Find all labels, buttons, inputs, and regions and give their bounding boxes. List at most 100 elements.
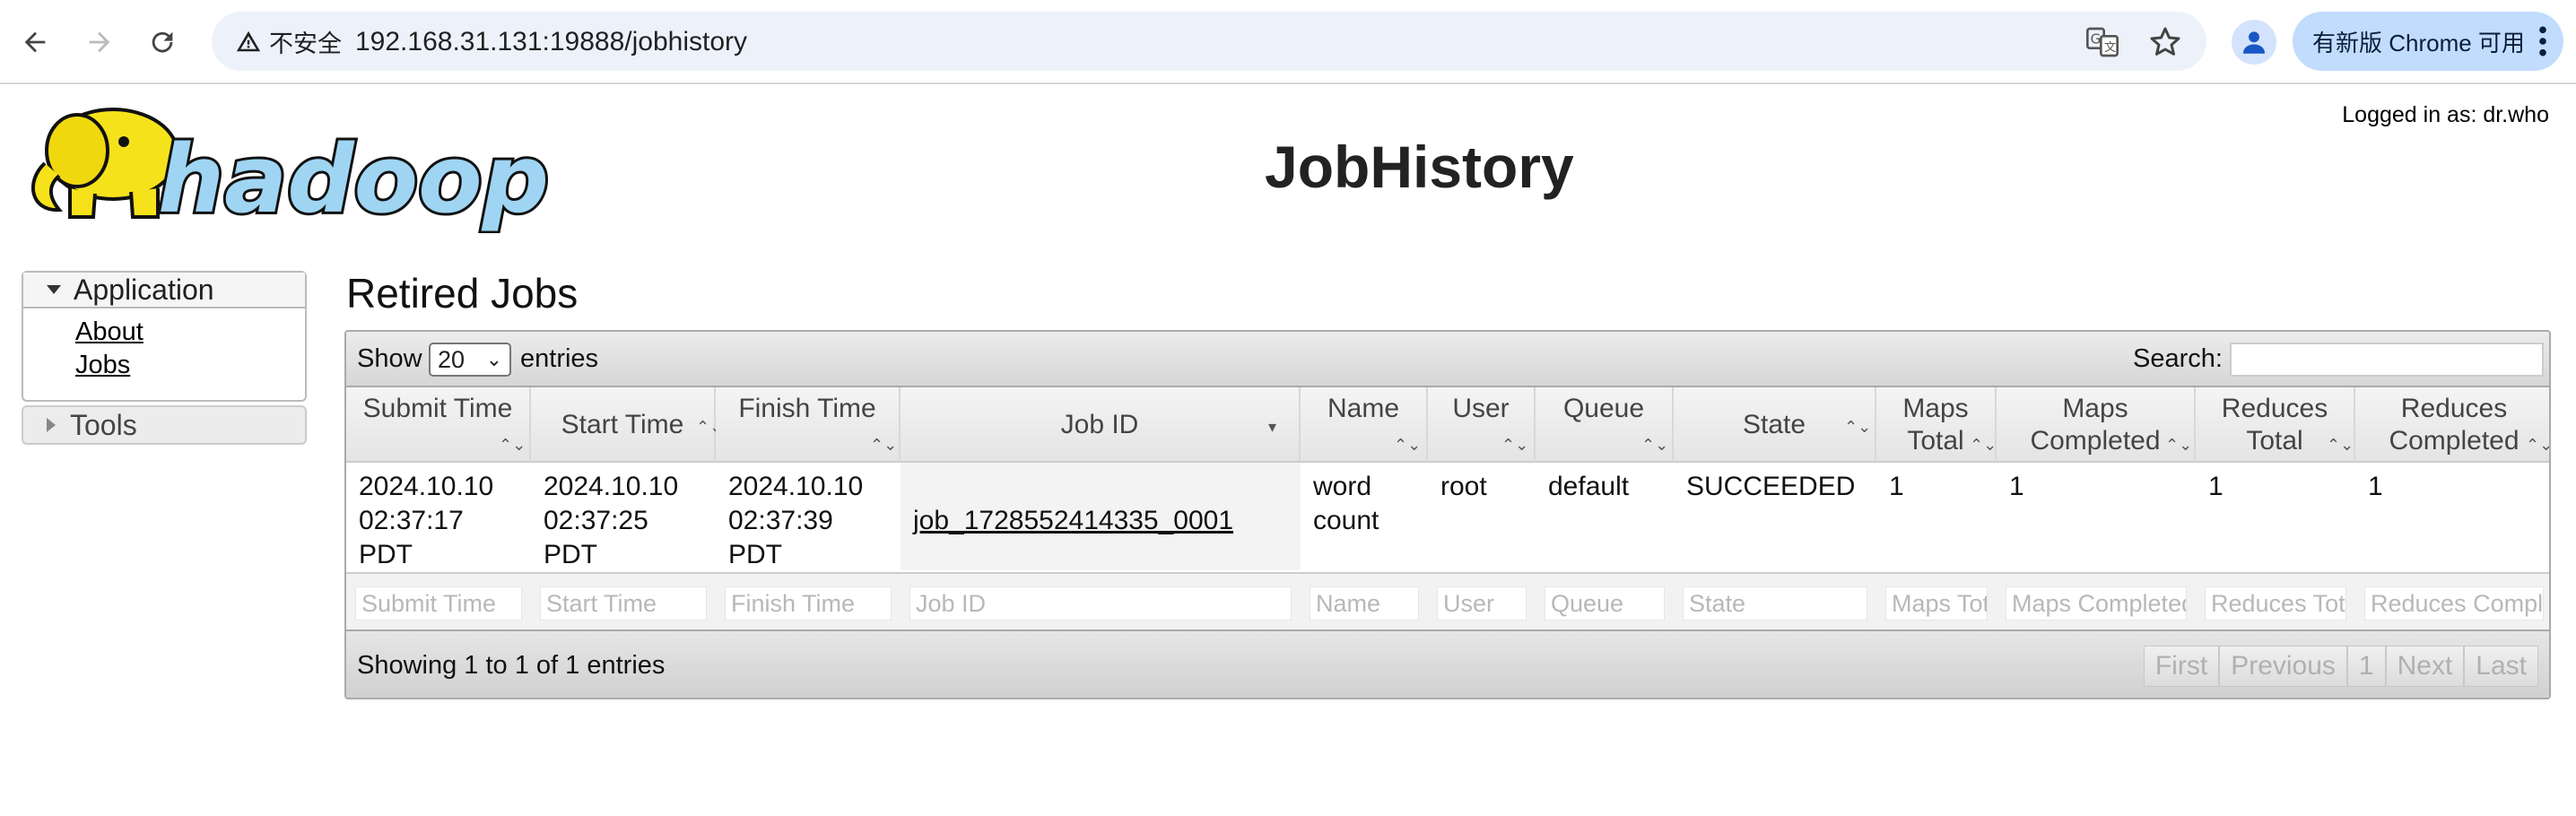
pagination: First Previous 1 Next Last: [2143, 646, 2538, 687]
filter-maps-completed-cell: Maps Completed: [1997, 572, 2196, 631]
filter-name-cell: Name: [1301, 572, 1428, 631]
th-maps-total[interactable]: Maps Total ⌃⌄: [1876, 387, 1997, 463]
cell-submit-time: 2024.10.10 02:37:17 PDT: [359, 472, 494, 569]
pager-last[interactable]: Last: [2464, 646, 2538, 687]
star-bookmark-icon[interactable]: [2147, 24, 2183, 60]
filter-state-input[interactable]: State: [1683, 586, 1867, 621]
warning-icon: [236, 30, 261, 52]
th-state[interactable]: State ⌃⌄: [1674, 387, 1876, 463]
filter-reduces-total-cell: Reduces Total: [2196, 572, 2355, 631]
filter-name-input[interactable]: Name: [1310, 586, 1419, 621]
search-input[interactable]: [2230, 343, 2544, 377]
cell-reduces-completed: 1: [2368, 472, 2383, 501]
th-submit-time[interactable]: Submit Time ⌃⌄: [346, 387, 531, 463]
pager-next[interactable]: Next: [2385, 646, 2465, 687]
th-maps-completed[interactable]: Maps Completed ⌃⌄: [1997, 387, 2196, 463]
browser-toolbar: 不安全 192.168.31.131:19888/jobhistory G 文 …: [0, 0, 2576, 84]
filter-finish-time-input[interactable]: Finish Time: [725, 586, 892, 621]
filter-reduces-completed-cell: Reduces Completed: [2355, 572, 2549, 631]
filter-finish-time-cell: Finish Time: [716, 572, 901, 631]
filter-maps-completed-input[interactable]: Maps Completed: [2006, 586, 2187, 621]
filter-reduces-completed-input[interactable]: Reduces Completed: [2364, 586, 2544, 621]
update-label: 有新版 Chrome 可用: [2312, 29, 2525, 56]
address-bar[interactable]: 不安全 192.168.31.131:19888/jobhistory G 文: [212, 12, 2206, 71]
cell-maps-total: 1: [1889, 472, 1904, 501]
sidebar-tools-label: Tools: [70, 408, 137, 441]
sort-icon: ⌃⌄: [1844, 418, 1872, 436]
sort-icon: ⌃⌄: [1641, 436, 1669, 454]
filter-maps-total-input[interactable]: Maps Total: [1885, 586, 1988, 621]
sort-icon: ⌃⌄: [1970, 436, 1997, 454]
table-info: Showing 1 to 1 of 1 entries: [357, 651, 666, 680]
th-name-label: Name: [1327, 394, 1400, 423]
sidebar-link-jobs[interactable]: Jobs: [75, 349, 305, 382]
job-id-link[interactable]: job_1728552414335_0001: [913, 506, 1233, 535]
pager-previous[interactable]: Previous: [2219, 646, 2347, 687]
th-reduces-total[interactable]: Reduces Total ⌃⌄: [2196, 387, 2355, 463]
pager-current[interactable]: 1: [2346, 646, 2386, 687]
filter-queue-input[interactable]: Queue: [1545, 586, 1665, 621]
arrow-right-icon: [89, 31, 110, 53]
entries-select-value: 20: [438, 346, 466, 373]
sidebar-application-label: Application: [74, 273, 214, 306]
entries-label: entries: [520, 344, 599, 373]
page-title: JobHistory: [1265, 134, 1574, 200]
profile-avatar[interactable]: [2232, 20, 2276, 65]
more-vert-icon: [2539, 26, 2546, 56]
cell-finish-time: 2024.10.10 02:37:39 PDT: [728, 472, 864, 569]
forward-button[interactable]: [77, 20, 122, 65]
search-label: Search:: [2133, 344, 2223, 373]
th-start-time-label: Start Time: [561, 410, 684, 439]
filter-job-id-input[interactable]: Job ID: [909, 586, 1292, 621]
sort-icon: ⌃⌄: [1501, 436, 1529, 454]
filter-submit-time-cell: Submit Time: [346, 572, 531, 631]
sidebar-link-about[interactable]: About: [75, 316, 305, 349]
sort-icon: ⌃⌄: [1394, 436, 1422, 454]
th-user[interactable]: User ⌃⌄: [1428, 387, 1536, 463]
reload-button[interactable]: [140, 20, 185, 65]
cell-name: word count: [1313, 472, 1379, 535]
logo-wordmark: hadoop: [158, 125, 549, 233]
pager-first[interactable]: First: [2143, 646, 2220, 687]
filter-user-input[interactable]: User: [1437, 586, 1527, 621]
sort-icon: ⌃⌄: [2526, 436, 2551, 454]
hadoop-logo: hadoop: [23, 99, 561, 237]
sidebar-tools[interactable]: Tools: [22, 405, 307, 445]
security-label: 不安全: [269, 30, 342, 57]
th-finish-time[interactable]: Finish Time ⌃⌄: [716, 387, 901, 463]
sidebar-application-header[interactable]: Application: [23, 273, 305, 308]
chrome-update-button[interactable]: 有新版 Chrome 可用: [2293, 12, 2563, 71]
th-start-time[interactable]: Start Time ⌃⌄: [531, 387, 723, 463]
th-maps-completed-label: Maps Completed: [2030, 394, 2161, 456]
th-queue-label: Queue: [1562, 394, 1645, 423]
cell-user: root: [1440, 472, 1487, 501]
hadoop-elephant-icon: hadoop: [30, 108, 552, 237]
filter-start-time-cell: Start Time: [531, 572, 716, 631]
table-footer: Showing 1 to 1 of 1 entries First Previo…: [346, 631, 2549, 698]
sort-desc-icon: ▾: [1268, 418, 1277, 436]
th-submit-time-label: Submit Time: [362, 394, 513, 423]
filter-start-time-input[interactable]: Start Time: [540, 586, 707, 621]
filter-state-cell: State: [1674, 572, 1876, 631]
cell-queue: default: [1548, 472, 1630, 501]
show-label: Show: [357, 344, 422, 373]
th-job-id-label: Job ID: [1060, 410, 1139, 439]
filter-maps-total-cell: Maps Total: [1876, 572, 1997, 631]
filter-submit-time-input[interactable]: Submit Time: [355, 586, 522, 621]
back-button[interactable]: [13, 20, 57, 65]
entries-select[interactable]: 20 ⌄: [429, 343, 511, 377]
th-queue[interactable]: Queue ⌃⌄: [1536, 387, 1674, 463]
th-reduces-completed[interactable]: Reduces Completed ⌃⌄: [2355, 387, 2551, 463]
url-text[interactable]: 192.168.31.131:19888/jobhistory: [355, 27, 747, 57]
filter-queue-cell: Queue: [1536, 572, 1674, 631]
cell-maps-completed: 1: [2009, 472, 2024, 501]
th-finish-time-label: Finish Time: [738, 394, 876, 423]
th-job-id[interactable]: Job ID ▾: [901, 387, 1301, 463]
filter-reduces-total-input[interactable]: Reduces Total: [2205, 586, 2346, 621]
th-name[interactable]: Name ⌃⌄: [1301, 387, 1428, 463]
person-icon: [2242, 31, 2266, 54]
filter-user-cell: User: [1428, 572, 1536, 631]
translate-icon[interactable]: G 文: [2084, 24, 2120, 60]
svg-text:G: G: [2091, 31, 2102, 48]
caret-down-icon: [47, 285, 61, 294]
